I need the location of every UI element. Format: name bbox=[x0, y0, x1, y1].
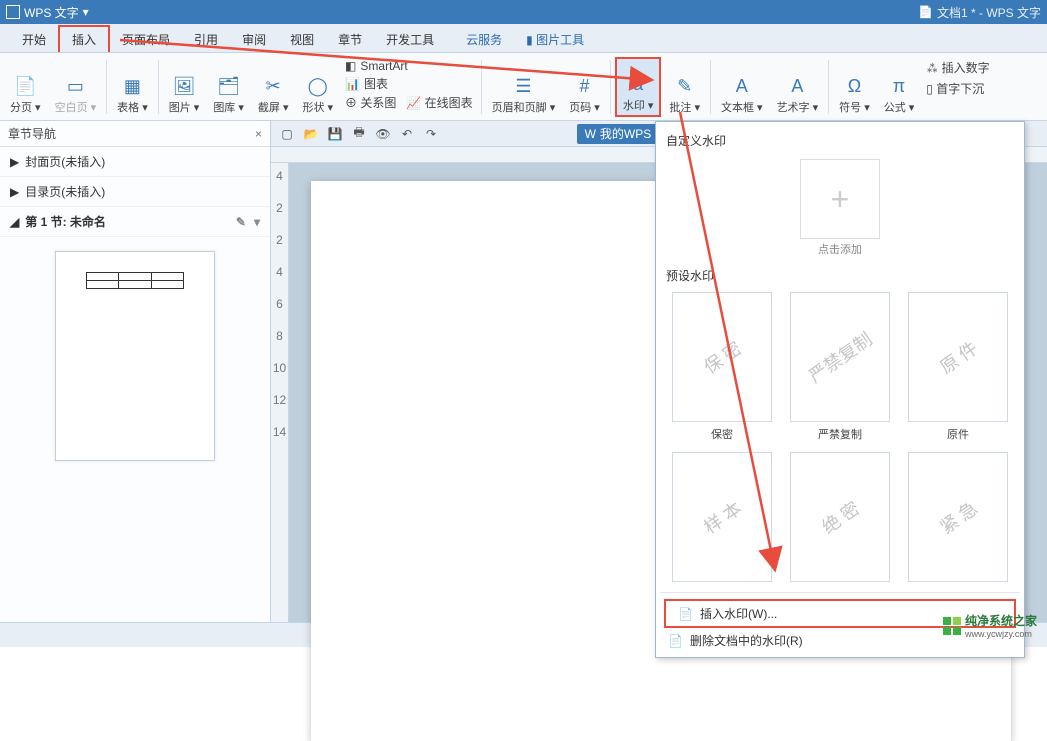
menu-tab-8[interactable]: 云服务 bbox=[454, 27, 514, 52]
window-title: 文档1 * - WPS 文字 bbox=[937, 4, 1041, 21]
ribbon-截屏[interactable]: ✂截屏 ▾ bbox=[252, 57, 295, 117]
site-logo-icon bbox=[943, 617, 961, 635]
ribbon-icon: Ω bbox=[841, 73, 867, 99]
menu-tab-5[interactable]: 视图 bbox=[278, 27, 326, 52]
ribbon-icon: ✎ bbox=[672, 73, 698, 99]
doc-icon: 📄 bbox=[918, 5, 933, 19]
chart-button[interactable]: 📊图表 bbox=[345, 75, 473, 92]
ribbon-批注[interactable]: ✎批注 ▾ bbox=[663, 57, 706, 117]
preset-watermark-5[interactable]: 紧 急 bbox=[904, 452, 1012, 582]
ribbon-icon: # bbox=[572, 73, 598, 99]
watermark-dropdown: 自定义水印 + 点击添加 预设水印 保 密保密严禁复制严禁复制原 件原件样 本绝… bbox=[655, 121, 1025, 658]
ribbon-页眉和页脚[interactable]: ☰页眉和页脚 ▾ bbox=[486, 57, 562, 117]
preset-watermark-3[interactable]: 样 本 bbox=[668, 452, 776, 582]
ribbon-图片[interactable]: 🖼图片 ▾ bbox=[163, 57, 206, 117]
sidebar-item-1[interactable]: ▶目录页(未插入) bbox=[0, 177, 270, 207]
preview-icon[interactable]: 👁 bbox=[373, 124, 393, 144]
sidebar-title: 章节导航 bbox=[8, 125, 56, 142]
relation-chart-button[interactable]: ⊕ 关系图 bbox=[345, 94, 396, 111]
ribbon-形状[interactable]: ◯形状 ▾ bbox=[296, 57, 339, 117]
ribbon-icon: π bbox=[886, 73, 912, 99]
chevron-down-icon[interactable]: ▾ bbox=[83, 5, 89, 19]
ribbon-表格[interactable]: ▦表格 ▾ bbox=[111, 57, 154, 117]
ribbon-艺术字[interactable]: A艺术字 ▾ bbox=[771, 57, 825, 117]
preset-watermark-4[interactable]: 绝 密 bbox=[786, 452, 894, 582]
drop-cap-button[interactable]: ▯ 首字下沉 bbox=[926, 80, 989, 97]
ribbon-icon: a bbox=[625, 71, 651, 97]
menu-tab-7[interactable]: 开发工具 bbox=[374, 27, 446, 52]
ribbon-页码[interactable]: #页码 ▾ bbox=[563, 57, 606, 117]
open-icon[interactable]: 📂 bbox=[301, 124, 321, 144]
vertical-ruler: 422468101214 bbox=[271, 163, 289, 622]
marker-icon: ▶ bbox=[10, 185, 19, 199]
ribbon: 📄分页 ▾▭空白页 ▾▦表格 ▾🖼图片 ▾🗂图库 ▾✂截屏 ▾◯形状 ▾ ◧Sma… bbox=[0, 53, 1047, 121]
marker-icon: ▶ bbox=[10, 155, 19, 169]
insert-number-button[interactable]: ⁂ 插入数字 bbox=[926, 59, 989, 76]
ribbon-图库[interactable]: 🗂图库 ▾ bbox=[207, 57, 250, 117]
title-bar: WPS 文字 ▾ 📄 文档1 * - WPS 文字 bbox=[0, 0, 1047, 24]
close-icon[interactable]: × bbox=[255, 127, 262, 141]
sidebar-header: 章节导航 × bbox=[0, 121, 270, 147]
save-icon[interactable]: 💾 bbox=[325, 124, 345, 144]
menu-tab-4[interactable]: 审阅 bbox=[230, 27, 278, 52]
ribbon-icon: ▭ bbox=[62, 73, 88, 99]
custom-watermark-header: 自定义水印 bbox=[656, 128, 1024, 153]
ribbon-icon: ▦ bbox=[119, 73, 145, 99]
ribbon-icon: ◯ bbox=[305, 73, 331, 99]
menu-tab-2[interactable]: 页面布局 bbox=[110, 27, 182, 52]
ribbon-符号[interactable]: Ω符号 ▾ bbox=[833, 57, 876, 117]
app-name: WPS 文字 bbox=[24, 4, 79, 21]
sidebar-item-0[interactable]: ▶封面页(未插入) bbox=[0, 147, 270, 177]
preset-watermark-2[interactable]: 原 件原件 bbox=[904, 292, 1012, 442]
preset-watermark-1[interactable]: 严禁复制严禁复制 bbox=[786, 292, 894, 442]
add-watermark-label: 点击添加 bbox=[656, 241, 1024, 257]
new-icon[interactable]: ▢ bbox=[277, 124, 297, 144]
edit-icon[interactable]: ✎ bbox=[236, 215, 246, 229]
menu-bar: 开始插入页面布局引用审阅视图章节开发工具云服务▮ 图片工具 bbox=[0, 24, 1047, 53]
preset-watermark-header: 预设水印 bbox=[656, 263, 1024, 288]
menu-tab-9[interactable]: ▮ 图片工具 bbox=[514, 27, 596, 52]
preset-watermark-0[interactable]: 保 密保密 bbox=[668, 292, 776, 442]
more-icon[interactable]: ▾ bbox=[254, 215, 260, 229]
menu-tab-1[interactable]: 插入 bbox=[58, 25, 110, 52]
ribbon-公式[interactable]: π公式 ▾ bbox=[878, 57, 921, 117]
site-watermark: 纯净系统之家 www.ycwjzy.com bbox=[943, 612, 1037, 639]
ribbon-icon: ☰ bbox=[510, 73, 536, 99]
ribbon-水印[interactable]: a水印 ▾ bbox=[615, 57, 662, 117]
sidebar-item-2[interactable]: ◢第 1 节: 未命名✎▾ bbox=[0, 207, 270, 237]
ribbon-空白页[interactable]: ▭空白页 ▾ bbox=[49, 57, 103, 117]
menu-tab-3[interactable]: 引用 bbox=[182, 27, 230, 52]
menu-tab-6[interactable]: 章节 bbox=[326, 27, 374, 52]
redo-icon[interactable]: ↷ bbox=[421, 124, 441, 144]
sidebar: 章节导航 × ▶封面页(未插入)▶目录页(未插入)◢第 1 节: 未命名✎▾ bbox=[0, 121, 271, 622]
smartart-button[interactable]: ◧SmartArt bbox=[345, 59, 473, 73]
ribbon-icon: ✂ bbox=[260, 73, 286, 99]
print-icon[interactable]: 🖶 bbox=[349, 124, 369, 144]
ribbon-icon: 📄 bbox=[12, 73, 38, 99]
page-thumbnail[interactable] bbox=[55, 251, 215, 461]
ribbon-分页[interactable]: 📄分页 ▾ bbox=[4, 57, 47, 117]
ribbon-文本框[interactable]: A文本框 ▾ bbox=[715, 57, 769, 117]
ribbon-icon: A bbox=[729, 73, 755, 99]
plus-icon: + bbox=[831, 181, 850, 218]
menu-tab-0[interactable]: 开始 bbox=[10, 27, 58, 52]
undo-icon[interactable]: ↶ bbox=[397, 124, 417, 144]
watermark-icon: 📄 bbox=[678, 607, 692, 621]
marker-icon: ◢ bbox=[10, 215, 19, 229]
ribbon-icon: A bbox=[784, 73, 810, 99]
app-logo-icon bbox=[6, 5, 20, 19]
add-watermark-box[interactable]: + bbox=[800, 159, 880, 239]
ribbon-icon: 🖼 bbox=[171, 73, 197, 99]
online-chart-button[interactable]: 📈 在线图表 bbox=[406, 94, 472, 111]
thumbnail-table bbox=[86, 272, 184, 289]
ribbon-icon: 🗂 bbox=[216, 73, 242, 99]
remove-icon: 📄 bbox=[668, 634, 682, 648]
